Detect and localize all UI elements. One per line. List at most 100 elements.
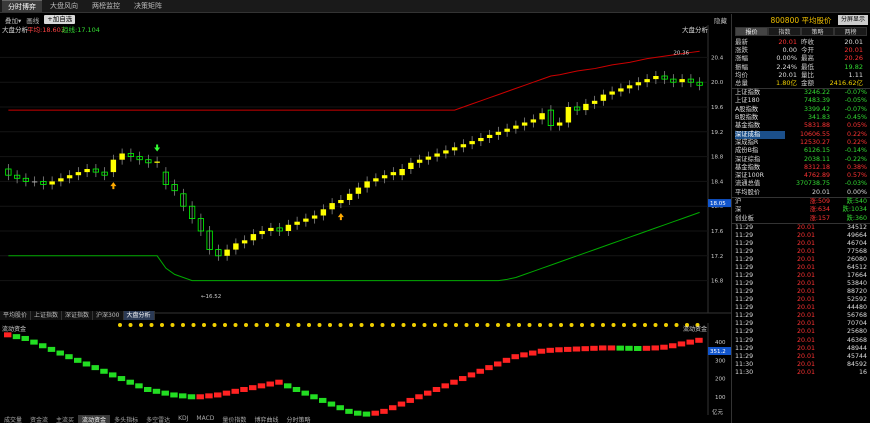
market-chart[interactable]: 大盘分析 平均:18.603 趋线:17.104 大盘分析 20.36 ←16.5… — [0, 25, 731, 423]
flow-bar — [30, 339, 38, 345]
tick-volume: 88720 — [846, 288, 867, 296]
tick-row: 11:29 20.01 45744 — [732, 353, 870, 361]
index-row[interactable]: 基金指数 8312.18 0.38% — [732, 164, 870, 172]
signal-dot — [317, 323, 322, 327]
breadth-up: 涨:634 — [809, 206, 830, 214]
tick-time: 11:30 — [735, 368, 754, 376]
flow-bar — [56, 350, 64, 356]
tab-avg-price[interactable]: 平均股价 — [0, 311, 32, 320]
flow-bar — [275, 379, 283, 385]
tick-volume: 16 — [858, 368, 867, 376]
candle — [600, 94, 607, 101]
footer-tab-strategy[interactable]: 分时策略 — [282, 415, 314, 423]
quote-cell: 振幅 2.24% — [735, 63, 801, 71]
flow-bar — [4, 332, 12, 338]
candle — [495, 131, 502, 135]
signal-dot — [643, 323, 647, 327]
index-price: 12530.27 — [799, 138, 830, 146]
flow-bar — [511, 354, 519, 360]
footer-tab-volume-price[interactable]: 量价指数 — [218, 415, 250, 423]
tab-sz-index[interactable]: 深证指数 — [62, 311, 94, 320]
index-row[interactable]: 深证综指 2038.11 -0.22% — [732, 156, 870, 164]
index-row[interactable]: 基金指数 5831.88 0.05% — [732, 122, 870, 130]
index-name: 上证180 — [735, 97, 760, 105]
quote-row: 涨幅 0.00% 最高 20.26 — [732, 54, 870, 62]
index-price: 4762.89 — [803, 172, 830, 180]
tick-volume: 49664 — [846, 231, 867, 239]
tab-sh-index[interactable]: 上证指数 — [31, 311, 63, 320]
draw-line-button[interactable]: 画线 — [26, 15, 39, 25]
footer-tab-main-buy[interactable]: 主流买 — [52, 415, 78, 423]
min-price-label: ←16.52 — [201, 294, 221, 300]
tick-row: 11:29 20.01 26080 — [732, 256, 870, 264]
add-favorite-button[interactable]: +加自选 — [44, 15, 76, 24]
quote-label: 最高 — [801, 54, 814, 63]
y-tick-label: 17.2 — [711, 254, 723, 260]
footer-tab-game-curve[interactable]: 博弈曲线 — [250, 415, 282, 423]
candle — [355, 187, 362, 194]
indicator-footer: 成交量 资金流 主流买 流动资金 多头指标 多空雷达 KDJ MACD 量价指数… — [0, 415, 731, 423]
index-row[interactable]: 成份B指 6126.15 -0.14% — [732, 147, 870, 155]
index-list: 上证指数 3246.22 -0.07% 上证180 7483.39 -0.05% A股指数 3… — [732, 88, 870, 197]
index-row[interactable]: 流通总值 370738.75 -0.03% — [732, 180, 870, 188]
index-row[interactable]: 深证成指 10606.55 0.22% — [732, 130, 870, 139]
index-row[interactable]: A股指数 3399.42 -0.07% — [732, 106, 870, 114]
breadth-down: 跌:360 — [846, 214, 867, 222]
tab-market-direction[interactable]: 大盘风向 — [44, 0, 84, 12]
lower-y-tick-label: 200 — [715, 377, 726, 383]
tab-index[interactable]: 指数 — [768, 27, 801, 36]
footer-tab-volume[interactable]: 成交量 — [0, 415, 26, 423]
tick-price: 20.01 — [796, 328, 815, 336]
tick-volume: 84592 — [846, 360, 867, 368]
flow-bar — [537, 348, 546, 354]
flow-bar — [292, 386, 301, 392]
tick-time: 11:29 — [735, 352, 754, 360]
footer-tab-macd[interactable]: MACD — [192, 415, 218, 423]
candle — [110, 159, 117, 173]
candle — [49, 181, 55, 185]
tab-two-lists[interactable]: 两榜 — [834, 27, 867, 36]
signal-dot — [569, 323, 574, 327]
index-row[interactable]: 平均股价 20.01 0.00% — [732, 189, 870, 197]
index-name: 基金指数 — [735, 122, 761, 130]
index-price: 3246.22 — [803, 89, 830, 97]
tab-decision-matrix[interactable]: 决策矩阵 — [128, 0, 168, 12]
signal-dot — [422, 323, 427, 327]
quote-row: 均价 20.01 量比 1.11 — [732, 71, 870, 79]
quote-value: 1.11 — [848, 70, 863, 79]
signal-dot — [559, 323, 563, 327]
tick-row: 11:30 20.01 84592 — [732, 361, 870, 369]
footer-tab-radar[interactable]: 多空雷达 — [142, 415, 174, 423]
lower-y-tick-label: 300 — [715, 358, 726, 364]
index-row[interactable]: 上证180 7483.39 -0.05% — [732, 97, 870, 105]
quote-label: 最低 — [801, 62, 814, 71]
candle — [416, 159, 423, 163]
quote-label: 昨收 — [801, 38, 814, 46]
tab-two-list-monitor[interactable]: 两榜监控 — [86, 0, 126, 12]
index-price: 3399.42 — [803, 105, 830, 113]
legend-long: 趋线:17.104 — [62, 25, 100, 34]
signal-dot — [464, 323, 469, 327]
index-name: A股指数 — [735, 105, 759, 113]
tab-market-analysis[interactable]: 大盘分析 — [123, 311, 155, 320]
chart-area[interactable]: 大盘分析 平均:18.603 趋线:17.104 大盘分析 20.36 ←16.5… — [0, 25, 731, 423]
overlay-menu[interactable]: 叠加▾ — [5, 15, 21, 25]
index-price: 5831.88 — [803, 122, 830, 130]
footer-tab-capital-flow[interactable]: 资金流 — [26, 415, 52, 423]
signal-dot — [202, 323, 206, 327]
footer-tab-kdj[interactable]: KDJ — [174, 415, 192, 423]
flow-bar — [660, 344, 668, 350]
quote-label: 涨幅 — [735, 54, 748, 63]
footer-tab-long-indicator[interactable]: 多头指标 — [110, 415, 142, 423]
tab-timeshare[interactable]: 分时博弈 — [2, 0, 42, 12]
flow-bar — [21, 335, 29, 341]
tick-row: 11:29 20.01 53840 — [732, 280, 870, 288]
hide-button[interactable]: 隐藏 — [714, 15, 727, 25]
split-screen-button[interactable]: 分屏显示 — [837, 15, 868, 25]
tab-quote[interactable]: 报价 — [735, 27, 768, 36]
footer-tab-liquidity[interactable]: 流动资金 — [78, 415, 111, 423]
signal-dot — [191, 323, 196, 327]
index-row[interactable]: 深成指R 12530.27 0.22% — [732, 139, 870, 147]
tab-hs300[interactable]: 沪深300 — [93, 311, 124, 320]
tab-strategy[interactable]: 策略 — [801, 27, 834, 36]
